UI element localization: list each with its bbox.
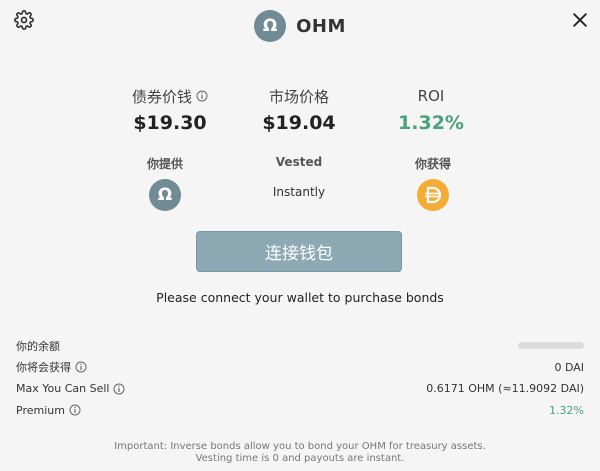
you-give: 你提供 Ω [100, 155, 230, 211]
bond-price-label: 债券价钱 [131, 87, 192, 106]
connect-message: Please connect your wallet to purchase b… [156, 290, 444, 305]
balance-row: 你的余额 [16, 335, 584, 357]
balance-loading-placeholder [518, 342, 584, 350]
premium-row: Premium 1.32% [16, 400, 584, 422]
ohm-token-icon: Ω [254, 10, 287, 42]
vested-label: Vested [275, 155, 323, 169]
roi-label: ROI [417, 87, 445, 105]
ohm-icon: Ω [149, 179, 181, 211]
token-name: OHM [296, 15, 346, 37]
bond-price-stat: 债券价钱 $19.30 [105, 86, 235, 134]
you-get: 你获得 [368, 155, 498, 211]
info-icon[interactable] [69, 404, 81, 416]
roi-stat: ROI 1.32% [366, 86, 496, 134]
info-icon[interactable] [113, 383, 125, 395]
max-sell-value: 0.6171 OHM (≈11.9092 DAI) [426, 382, 584, 396]
footer-line-2: Vesting time is 0 and payouts are instan… [195, 453, 405, 464]
info-icon[interactable] [75, 361, 87, 373]
will-get-value: 0 DAI [554, 360, 584, 374]
info-icon[interactable] [196, 90, 208, 102]
roi-value: 1.32% [398, 112, 464, 134]
premium-value: 1.32% [549, 403, 584, 417]
vested-value: Instantly [272, 185, 326, 199]
will-get-row: 你将会获得 0 DAI [16, 357, 584, 379]
market-price-stat: 市场价格 $19.04 [234, 86, 364, 135]
market-price-label: 市场价格 [268, 87, 329, 106]
you-get-label: 你获得 [414, 157, 451, 171]
dai-icon [417, 179, 449, 211]
market-price-value: $19.04 [262, 112, 336, 134]
max-sell-label: Max You Can Sell [16, 382, 110, 396]
bond-details: 你的余额 你将会获得 0 DAI Max You Can Sell 0.6171… [16, 335, 584, 421]
max-sell-row: Max You Can Sell 0.6171 OHM (≈11.9092 DA… [16, 378, 584, 400]
bond-price-value: $19.30 [133, 112, 207, 134]
connect-wallet-button[interactable]: 连接钱包 [196, 231, 402, 272]
token-header: Ω OHM [0, 10, 600, 42]
you-give-label: 你提供 [146, 157, 183, 171]
premium-label: Premium [16, 403, 65, 417]
footer-note: Important: Inverse bonds allow you to bo… [0, 441, 600, 465]
footer-line-1: Important: Inverse bonds allow you to bo… [114, 441, 486, 452]
balance-label: 你的余额 [16, 339, 60, 353]
will-get-label: 你将会获得 [16, 361, 71, 375]
vested: Vested Instantly [234, 155, 364, 199]
